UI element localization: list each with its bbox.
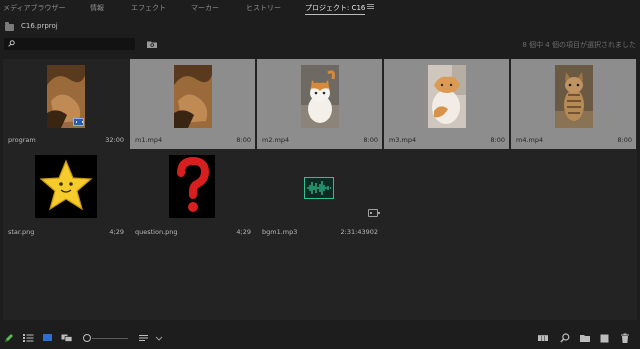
find-icon[interactable]	[559, 332, 571, 344]
video-thumbnail	[555, 65, 593, 128]
item-meta: m1.mp4 8:00	[135, 136, 251, 145]
new-search-bin-icon[interactable]	[147, 40, 157, 48]
search-input[interactable]	[4, 38, 135, 50]
new-bin-icon[interactable]	[579, 332, 591, 344]
audio-waveform-icon	[304, 177, 334, 199]
search-icon	[8, 40, 15, 47]
item-duration: 2:31:43902	[340, 228, 378, 236]
sort-dropdown-chevron-icon[interactable]	[153, 332, 165, 344]
project-item-bgm1[interactable]: bgm1.mp3 2:31:43902	[257, 151, 382, 241]
panel-tab-bar: メディアブラウザー 情報 エフェクト マーカー ヒストリー プロジェクト: C1…	[0, 0, 640, 17]
tab-project[interactable]: プロジェクト: C16	[305, 3, 366, 15]
tab-media-browser[interactable]: メディアブラウザー	[3, 3, 66, 13]
item-duration: 8:00	[236, 136, 251, 144]
pencil-icon[interactable]	[3, 332, 15, 344]
list-view-icon[interactable]	[22, 332, 34, 344]
zoom-slider-knob[interactable]	[83, 334, 91, 342]
item-meta: question.png 4;29	[135, 228, 251, 237]
video-thumbnail	[428, 65, 466, 128]
item-name: m3.mp4	[389, 136, 417, 144]
project-panel-toolbar	[0, 328, 640, 349]
project-item-star[interactable]: star.png 4;29	[3, 151, 128, 241]
item-duration: 4;29	[109, 228, 124, 236]
icon-view-icon[interactable]	[42, 332, 54, 344]
item-name: m4.mp4	[516, 136, 544, 144]
selection-status: 8 個中 4 個の項目が選択されました	[522, 41, 636, 49]
item-name: m2.mp4	[262, 136, 290, 144]
video-thumbnail	[301, 65, 339, 128]
project-item-question[interactable]: question.png 4;29	[130, 151, 255, 241]
sort-icon[interactable]	[138, 332, 150, 344]
project-filename: C16.prproj	[21, 22, 58, 30]
zoom-slider-track[interactable]	[92, 338, 128, 339]
project-item-program[interactable]: program 32:00	[3, 59, 128, 149]
item-name: program	[8, 136, 36, 144]
project-header: C16.prproj	[0, 18, 640, 36]
search-row: 8 個中 4 個の項目が選択されました	[0, 38, 640, 52]
new-item-icon[interactable]	[599, 332, 611, 344]
image-thumbnail	[169, 155, 215, 218]
tab-history[interactable]: ヒストリー	[246, 3, 281, 13]
item-meta: program 32:00	[8, 136, 124, 145]
image-thumbnail	[35, 155, 97, 218]
project-items-grid: program 32:00 m1.mp4 8:00 m2.mp4 8:00 m3…	[3, 59, 637, 320]
item-duration: 8:00	[617, 136, 632, 144]
item-duration: 4;29	[236, 228, 251, 236]
automate-to-sequence-icon[interactable]	[537, 332, 549, 344]
item-duration: 32:00	[105, 136, 124, 144]
item-meta: bgm1.mp3 2:31:43902	[262, 228, 378, 237]
project-item-m3[interactable]: m3.mp4 8:00	[384, 59, 509, 149]
item-meta: star.png 4;29	[8, 228, 124, 237]
sequence-badge-icon	[73, 118, 84, 126]
trash-icon[interactable]	[619, 332, 631, 344]
panel-menu-icon[interactable]	[367, 4, 374, 10]
tab-markers[interactable]: マーカー	[191, 3, 219, 13]
project-item-m2[interactable]: m2.mp4 8:00	[257, 59, 382, 149]
video-thumbnail	[174, 65, 212, 128]
item-duration: 8:00	[363, 136, 378, 144]
tab-info[interactable]: 情報	[90, 3, 104, 13]
project-item-m1[interactable]: m1.mp4 8:00	[130, 59, 255, 149]
audio-clip-badge-icon	[368, 209, 380, 217]
project-bin-icon	[5, 22, 14, 31]
item-duration: 8:00	[490, 136, 505, 144]
item-meta: m3.mp4 8:00	[389, 136, 505, 145]
item-name: star.png	[8, 228, 35, 236]
freeform-view-icon[interactable]	[61, 332, 73, 344]
tab-effects[interactable]: エフェクト	[131, 3, 166, 13]
item-name: bgm1.mp3	[262, 228, 298, 236]
project-item-m4[interactable]: m4.mp4 8:00	[511, 59, 636, 149]
item-name: m1.mp4	[135, 136, 163, 144]
item-name: question.png	[135, 228, 178, 236]
item-meta: m4.mp4 8:00	[516, 136, 632, 145]
item-meta: m2.mp4 8:00	[262, 136, 378, 145]
